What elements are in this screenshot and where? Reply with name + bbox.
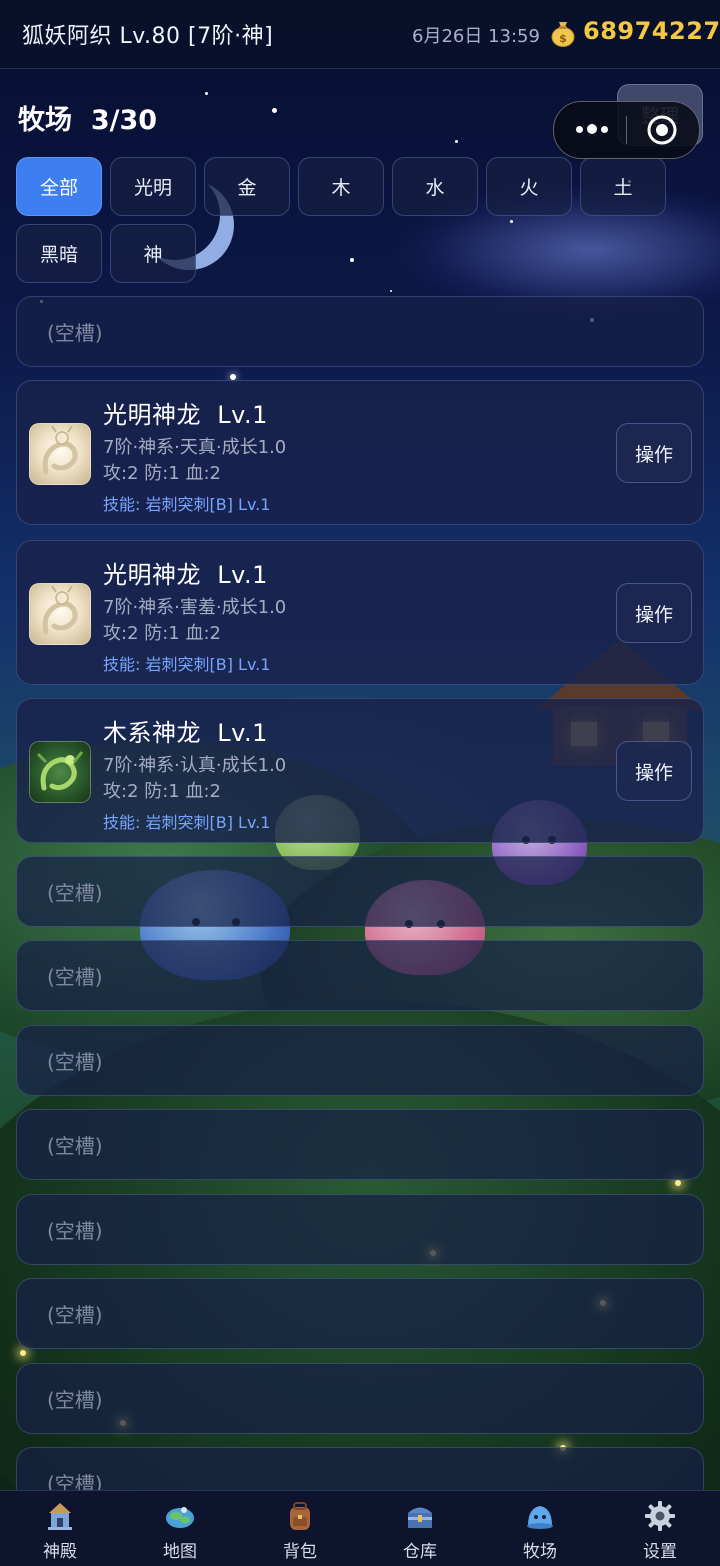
empty-slot[interactable]: (空槽) [16, 856, 704, 927]
pet-skill: 技能: 岩刺突刺[B] Lv.1 [103, 813, 271, 832]
pet-skill: 技能: 岩刺突刺[B] Lv.1 [103, 495, 271, 514]
empty-slot[interactable]: (空槽) [16, 296, 704, 367]
status-bar: 狐妖阿织 Lv.80 [7阶·神] 6月26日 13:59 $ 68974227 [0, 0, 720, 69]
svg-text:$: $ [559, 32, 567, 45]
empty-slot-label: (空槽) [47, 965, 103, 989]
close-target-icon[interactable] [646, 114, 678, 146]
map-icon [164, 1500, 196, 1532]
empty-slot[interactable]: (空槽) [16, 940, 704, 1011]
pet-stats: 攻:2 防:1 血:2 [103, 781, 221, 802]
nav-pasture[interactable]: 牧场 [480, 1491, 600, 1566]
filter-tab-light[interactable]: 光明 [110, 157, 196, 216]
operate-button[interactable]: 操作 [616, 583, 692, 643]
light-dragon-icon [29, 583, 91, 645]
nav-label: 设置 [643, 1542, 677, 1562]
nav-label: 牧场 [523, 1542, 557, 1562]
filter-tab-wood[interactable]: 木 [298, 157, 384, 216]
empty-slot[interactable]: (空槽) [16, 1194, 704, 1265]
pet-name: 光明神龙 Lv.1 [103, 555, 268, 590]
pet-meta: 7阶·神系·害羞·成长1.0 [103, 597, 287, 618]
slime-icon [524, 1500, 556, 1532]
operate-button[interactable]: 操作 [616, 423, 692, 483]
gear-icon [644, 1500, 676, 1532]
nav-map[interactable]: 地图 [120, 1491, 240, 1566]
empty-slot-label: (空槽) [47, 321, 103, 345]
money-bag-icon: $ [550, 19, 576, 47]
pet-card[interactable]: 光明神龙 Lv.1 7阶·神系·害羞·成长1.0 攻:2 防:1 血:2 技能: 岩刺… [16, 540, 704, 685]
pet-level: Lv.1 [217, 401, 268, 429]
nav-label: 地图 [163, 1542, 197, 1562]
empty-slot[interactable]: (空槽) [16, 1025, 704, 1096]
filter-tab-water[interactable]: 水 [392, 157, 478, 216]
nav-label: 神殿 [43, 1542, 77, 1562]
pet-stats: 攻:2 防:1 血:2 [103, 463, 221, 484]
filter-tab-all[interactable]: 全部 [16, 157, 102, 216]
chest-icon [404, 1500, 436, 1532]
nav-temple[interactable]: 神殿 [0, 1491, 120, 1566]
pet-skill: 技能: 岩刺突刺[B] Lv.1 [103, 655, 271, 674]
page-title-label: 牧场 [18, 105, 72, 136]
filter-tab-divine[interactable]: 神 [110, 224, 196, 283]
pet-name-text: 木系神龙 [103, 719, 201, 747]
pet-level: Lv.1 [217, 561, 268, 589]
pet-name-text: 光明神龙 [103, 561, 201, 589]
empty-slot-label: (空槽) [47, 1303, 103, 1327]
nav-label: 背包 [283, 1542, 317, 1562]
pet-name: 光明神龙 Lv.1 [103, 395, 268, 430]
nav-label: 仓库 [403, 1542, 437, 1562]
gold-amount: 68974227 [583, 17, 720, 45]
pet-name: 木系神龙 Lv.1 [103, 713, 268, 748]
slot-count: 3/30 [90, 105, 158, 136]
filter-tab-earth[interactable]: 土 [580, 157, 666, 216]
pet-stats: 攻:2 防:1 血:2 [103, 623, 221, 644]
bottom-nav: 神殿 地图 背包 仓库 牧场 设置 [0, 1490, 720, 1566]
more-icon[interactable] [572, 117, 612, 141]
pet-card[interactable]: 木系神龙 Lv.1 7阶·神系·认真·成长1.0 攻:2 防:1 血:2 技能: 岩刺… [16, 698, 704, 843]
miniprogram-capsule [553, 101, 700, 159]
empty-slot-label: (空槽) [47, 1134, 103, 1158]
empty-slot[interactable]: (空槽) [16, 1278, 704, 1349]
page-title: 牧场 3/30 [18, 98, 157, 137]
pet-level: Lv.1 [217, 719, 268, 747]
pet-meta: 7阶·神系·天真·成长1.0 [103, 437, 287, 458]
empty-slot[interactable]: (空槽) [16, 1363, 704, 1434]
pet-card[interactable]: 光明神龙 Lv.1 7阶·神系·天真·成长1.0 攻:2 防:1 血:2 技能: 岩刺… [16, 380, 704, 525]
pet-meta: 7阶·神系·认真·成长1.0 [103, 755, 287, 776]
filter-tab-metal[interactable]: 金 [204, 157, 290, 216]
nav-warehouse[interactable]: 仓库 [360, 1491, 480, 1566]
pet-name-text: 光明神龙 [103, 401, 201, 429]
empty-slot-label: (空槽) [47, 881, 103, 905]
wood-dragon-icon [29, 741, 91, 803]
nav-settings[interactable]: 设置 [600, 1491, 720, 1566]
nav-backpack[interactable]: 背包 [240, 1491, 360, 1566]
empty-slot-label: (空槽) [47, 1050, 103, 1074]
backpack-icon [284, 1500, 316, 1532]
empty-slot[interactable]: (空槽) [16, 1109, 704, 1180]
player-info: 狐妖阿织 Lv.80 [7阶·神] [22, 24, 274, 49]
light-dragon-icon [29, 423, 91, 485]
temple-icon [44, 1500, 76, 1532]
datetime: 6月26日 13:59 [412, 26, 540, 47]
empty-slot-label: (空槽) [47, 1388, 103, 1412]
filter-tab-dark[interactable]: 黑暗 [16, 224, 102, 283]
operate-button[interactable]: 操作 [616, 741, 692, 801]
empty-slot-label: (空槽) [47, 1219, 103, 1243]
filter-tab-fire[interactable]: 火 [486, 157, 572, 216]
